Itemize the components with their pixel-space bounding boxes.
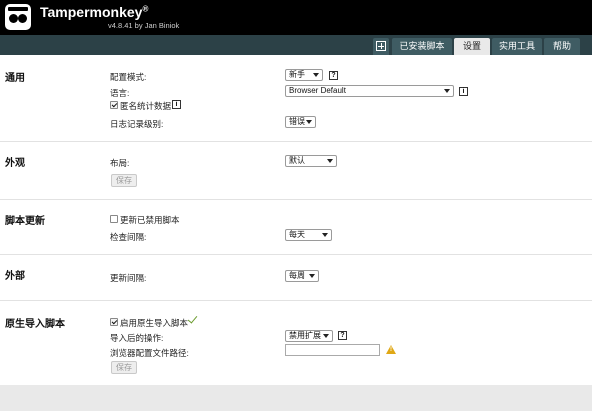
chevron-down-icon [444, 89, 450, 93]
app-version: v4.8.41 by Jan Biniok [108, 21, 180, 30]
section-divider [0, 300, 592, 301]
update-interval-label: 更新间隔: [110, 273, 147, 283]
layout-label: 布局: [110, 158, 130, 168]
app-name: Tampermonkey® [40, 4, 149, 20]
tab-settings[interactable]: 设置 [454, 38, 490, 55]
config-mode-select[interactable]: 新手 [285, 69, 323, 81]
chevron-down-icon [322, 233, 328, 237]
tampermonkey-logo-icon [5, 4, 31, 30]
anon-stats-checkbox[interactable] [110, 101, 118, 109]
chevron-down-icon [323, 334, 329, 338]
tab-help[interactable]: 帮助 [544, 38, 580, 55]
plus-icon [376, 41, 386, 51]
language-select[interactable]: Browser Default [285, 85, 454, 97]
chevron-down-icon [327, 159, 333, 163]
update-disabled-checkbox[interactable] [110, 215, 118, 223]
native-import-checkbox[interactable] [110, 318, 118, 326]
success-check-icon [187, 313, 198, 324]
native-import-label: 启用原生导入脚本 [120, 318, 189, 328]
browser-profile-label: 浏览器配置文件路径: [110, 348, 189, 358]
after-import-label: 导入后的操作: [110, 333, 164, 343]
section-divider [0, 141, 592, 142]
section-title-script-update: 脚本更新 [5, 216, 45, 227]
update-disabled-label: 更新已禁用脚本 [120, 215, 180, 225]
tab-utilities[interactable]: 实用工具 [492, 38, 542, 55]
browser-profile-input[interactable] [285, 344, 380, 356]
section-title-externals: 外部 [5, 271, 25, 282]
page-footer [0, 385, 592, 411]
section-title-native-import: 原生导入脚本 [5, 319, 65, 330]
language-info-icon[interactable]: i [459, 87, 468, 96]
after-import-help-icon[interactable]: ? [338, 331, 347, 340]
add-script-tab[interactable] [373, 38, 389, 55]
check-interval-select[interactable]: 每天 [285, 229, 332, 241]
log-level-label: 日志记录级别: [110, 119, 164, 129]
chevron-down-icon [309, 274, 315, 278]
after-import-select[interactable]: 禁用扩展 [285, 330, 333, 342]
app-header: Tampermonkey® v4.8.41 by Jan Biniok [0, 0, 592, 35]
log-level-select[interactable]: 错误 [285, 116, 316, 128]
section-divider [0, 254, 592, 255]
anon-stats-info-icon[interactable]: i [172, 100, 181, 109]
section-title-appearance: 外观 [5, 158, 25, 169]
tab-installed-scripts[interactable]: 已安装脚本 [392, 38, 452, 55]
warning-icon: ! [386, 345, 396, 354]
language-label: 语言: [110, 88, 130, 98]
appearance-save-button[interactable]: 保存 [111, 174, 137, 187]
layout-select[interactable]: 默认 [285, 155, 337, 167]
config-mode-help-icon[interactable]: ? [329, 71, 338, 80]
anon-stats-label: 匿名统计数据 [120, 101, 172, 111]
native-import-save-button[interactable]: 保存 [111, 361, 137, 374]
chevron-down-icon [313, 73, 319, 77]
update-interval-select[interactable]: 每周 [285, 270, 319, 282]
config-mode-label: 配置模式: [110, 72, 147, 82]
chevron-down-icon [306, 120, 312, 124]
section-title-general: 通用 [5, 73, 25, 84]
check-interval-label: 检查间隔: [110, 232, 147, 242]
section-divider [0, 199, 592, 200]
